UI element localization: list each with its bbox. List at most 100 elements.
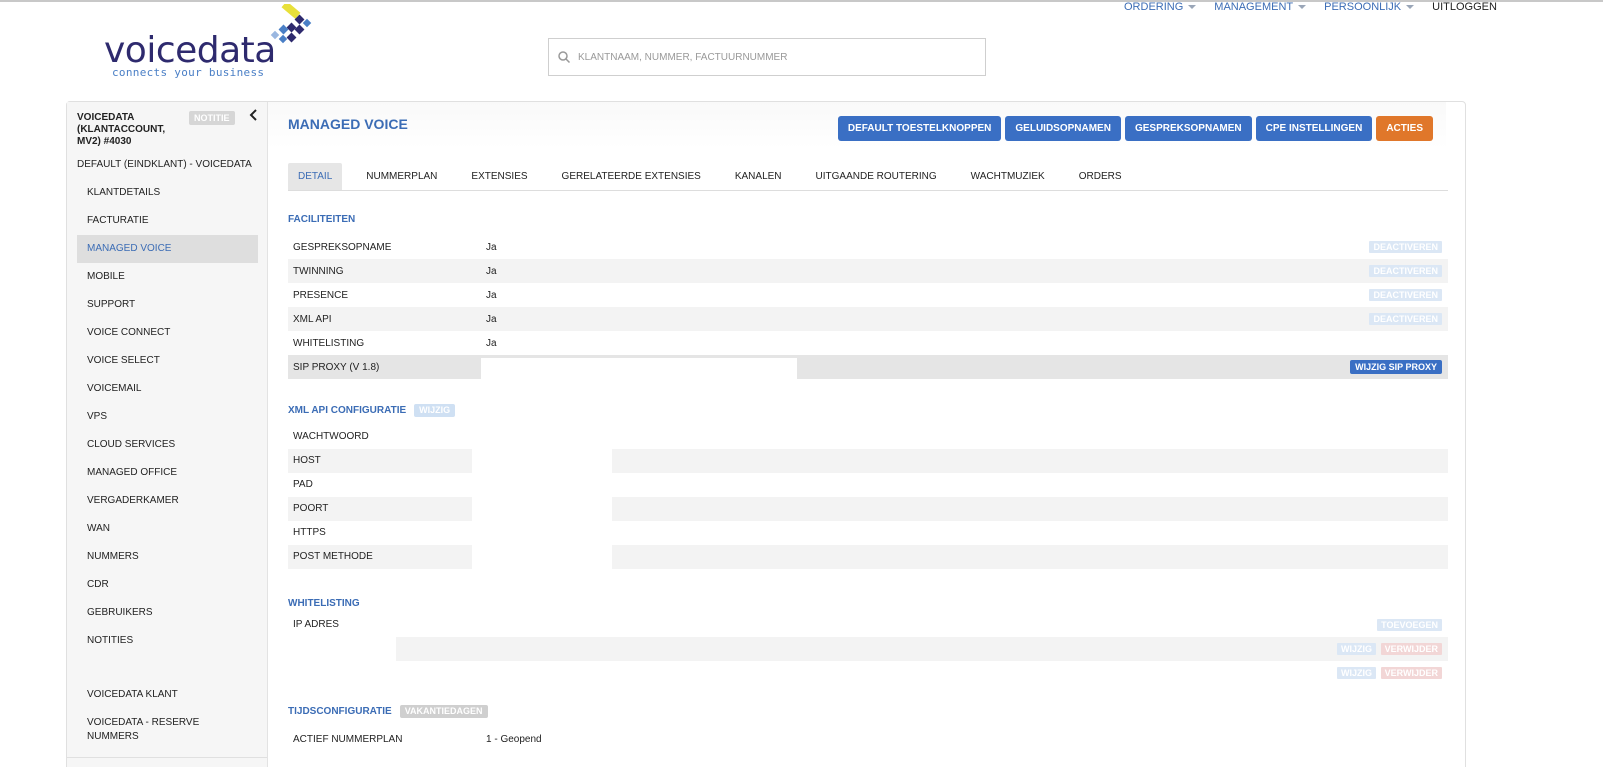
tab-wachtmuziek[interactable]: WACHTMUZIEK [961, 163, 1055, 190]
tijdsconfiguratie-title-text: TIJDSCONFIGURATIE [288, 706, 392, 717]
sidebar-item-notities[interactable]: NOTITIES [77, 627, 258, 655]
config-label: WACHTWOORD [293, 431, 369, 442]
nav-ordering[interactable]: ORDERING [1124, 1, 1197, 13]
sidebar-item-mobile[interactable]: MOBILE [77, 263, 258, 291]
facility-value: Ja [486, 337, 497, 349]
faciliteiten-title-text: FACILITEITEN [288, 214, 356, 225]
sidebar-item-vps[interactable]: VPS [77, 403, 258, 431]
facility-value: Ja [486, 313, 497, 325]
nav-management-label: MANAGEMENT [1214, 1, 1294, 13]
edit-ip-button[interactable]: WIJZIG [1337, 643, 1376, 655]
sip-proxy-value-field [481, 358, 797, 379]
table-row: XML API Ja DEACTIVEREN [288, 307, 1448, 331]
tab-uitgaande-routering[interactable]: UITGAANDE ROUTERING [806, 163, 947, 190]
sidebar-item-voicemail[interactable]: VOICEMAIL [77, 375, 258, 403]
config-row: HOST [288, 449, 1448, 473]
whitelisting-title-text: WHITELISTING [288, 598, 360, 609]
note-button[interactable]: NOTITIE [189, 111, 235, 125]
tab-detail[interactable]: DETAIL [288, 163, 343, 190]
ip-address-label: IP ADRES [293, 619, 339, 630]
sidebar-item-managed-office[interactable]: MANAGED OFFICE [77, 459, 258, 487]
facility-label: PRESENCE [293, 289, 349, 301]
faciliteiten-title: FACILITEITEN [288, 214, 355, 225]
table-row: GESPREKSOPNAME Ja DEACTIVEREN [288, 235, 1448, 259]
cpe-instellingen-button[interactable]: CPE INSTELLINGEN [1255, 116, 1373, 141]
search-input[interactable] [578, 51, 968, 63]
gespreksopnamen-button[interactable]: GESPREKSOPNAMEN [1124, 116, 1252, 141]
xml-api-title-text: XML API CONFIGURATIE [288, 405, 407, 416]
remove-ip-button[interactable]: VERWIJDER [1380, 643, 1442, 655]
table-row: TWINNING Ja DEACTIVEREN [288, 259, 1448, 283]
facility-value: Ja [486, 265, 497, 277]
xml-api-edit-button[interactable]: WIJZIG [414, 404, 456, 417]
acties-button[interactable]: ACTIES [1376, 116, 1433, 141]
sidebar-related-accounts: VOICEDATA KLANT VOICEDATA - RESERVE NUMM… [77, 681, 258, 744]
brand-tagline: connects your business [112, 66, 265, 79]
xml-api-title: XML API CONFIGURATIE WIJZIG [288, 404, 456, 417]
config-row: POST METHODE [288, 545, 1448, 569]
tab-bar: DETAIL NUMMERPLAN EXTENSIES GERELATEERDE… [288, 163, 1448, 191]
nav-management[interactable]: MANAGEMENT [1214, 1, 1307, 13]
table-row: ACTIEF NUMMERPLAN 1 - Geopend [288, 727, 1448, 751]
table-row: WHITELISTING Ja [288, 331, 1448, 355]
sip-proxy-row: SIP PROXY (V 1.8) WIJZIG SIP PROXY [288, 355, 1448, 379]
sidebar-item-cdr[interactable]: CDR [77, 571, 258, 599]
row-shade [612, 449, 1448, 473]
sidebar-item-voice-select[interactable]: VOICE SELECT [77, 347, 258, 375]
tab-orders[interactable]: ORDERS [1069, 163, 1132, 190]
caret-down-icon [1298, 5, 1307, 9]
sidebar-item-support[interactable]: SUPPORT [77, 291, 258, 319]
sidebar-item-gebruikers[interactable]: GEBRUIKERS [77, 599, 258, 627]
row-shade [612, 545, 1448, 569]
sidebar-nav: KLANTDETAILS FACTURATIE MANAGED VOICE MO… [77, 179, 258, 655]
caret-down-icon [1406, 5, 1415, 9]
deactivate-button[interactable]: DEACTIVEREN [1369, 265, 1442, 277]
sidebar-item-managed-voice[interactable]: MANAGED VOICE [77, 235, 258, 263]
deactivate-button[interactable]: DEACTIVEREN [1369, 313, 1442, 325]
deactivate-button[interactable]: DEACTIVEREN [1369, 241, 1442, 253]
tab-gerelateerde-extensies[interactable]: GERELATEERDE EXTENSIES [552, 163, 711, 190]
collapse-sidebar-icon[interactable] [248, 108, 260, 122]
whitelisting-title: WHITELISTING [288, 598, 360, 609]
search-icon [558, 51, 571, 64]
config-label: HOST [293, 455, 321, 466]
sidebar-item-klantdetails[interactable]: KLANTDETAILS [77, 179, 258, 207]
sidebar-item-nummers[interactable]: NUMMERS [77, 543, 258, 571]
row-shade [396, 637, 1448, 661]
remove-ip-button[interactable]: VERWIJDER [1380, 667, 1442, 679]
facility-label: GESPREKSOPNAME [293, 241, 392, 253]
sidebar-item-reserve-nummers[interactable]: VOICEDATA - RESERVE NUMMERS [77, 709, 207, 744]
whitelist-row: WIJZIG VERWIJDER [288, 661, 1448, 685]
sip-proxy-label: SIP PROXY (V 1.8) [293, 361, 380, 373]
edit-sip-proxy-button[interactable]: WIJZIG SIP PROXY [1350, 360, 1442, 374]
facility-label: XML API [293, 313, 332, 325]
account-name: VOICEDATA (KLANTACCOUNT, MV2) #4030 [77, 112, 166, 147]
brand-logo[interactable]: voicedata connects your business [104, 4, 319, 79]
tab-extensies[interactable]: EXTENSIES [461, 163, 537, 190]
vakantiedagen-button[interactable]: VAKANTIEDAGEN [399, 705, 488, 718]
logout-link[interactable]: UITLOGGEN [1432, 1, 1497, 13]
sidebar-item-cloud-services[interactable]: CLOUD SERVICES [77, 431, 258, 459]
facility-value: Ja [486, 289, 497, 301]
nav-persoonlijk[interactable]: PERSOONLIJK [1324, 1, 1415, 13]
sidebar-item-voicedata-klant[interactable]: VOICEDATA KLANT [77, 681, 258, 709]
config-row: POORT [288, 497, 1448, 521]
geluidsopnamen-button[interactable]: GELUIDSOPNAMEN [1005, 116, 1121, 141]
sidebar-item-wan[interactable]: WAN [77, 515, 258, 543]
global-search[interactable] [548, 38, 986, 76]
deactivate-button[interactable]: DEACTIVEREN [1369, 289, 1442, 301]
sidebar-item-facturatie[interactable]: FACTURATIE [77, 207, 258, 235]
tab-nummerplan[interactable]: NUMMERPLAN [356, 163, 447, 190]
default-toestelknoppen-button[interactable]: DEFAULT TOESTELKNOPPEN [837, 116, 1002, 141]
add-ip-button[interactable]: TOEVOEGEN [1377, 619, 1442, 631]
nav-persoonlijk-label: PERSOONLIJK [1324, 1, 1402, 13]
tijdsconfiguratie-title: TIJDSCONFIGURATIE VAKANTIEDAGEN [288, 705, 488, 718]
edit-ip-button[interactable]: WIJZIG [1337, 667, 1376, 679]
sidebar-item-vergaderkamer[interactable]: VERGADERKAMER [77, 487, 258, 515]
config-label: HTTPS [293, 527, 326, 538]
sidebar-item-voice-connect[interactable]: VOICE CONNECT [77, 319, 258, 347]
tab-kanalen[interactable]: KANALEN [725, 163, 792, 190]
facility-label: TWINNING [293, 265, 344, 277]
sub-account-name: DEFAULT (EINDKLANT) - VOICEDATA [77, 159, 252, 170]
divider [67, 757, 267, 758]
